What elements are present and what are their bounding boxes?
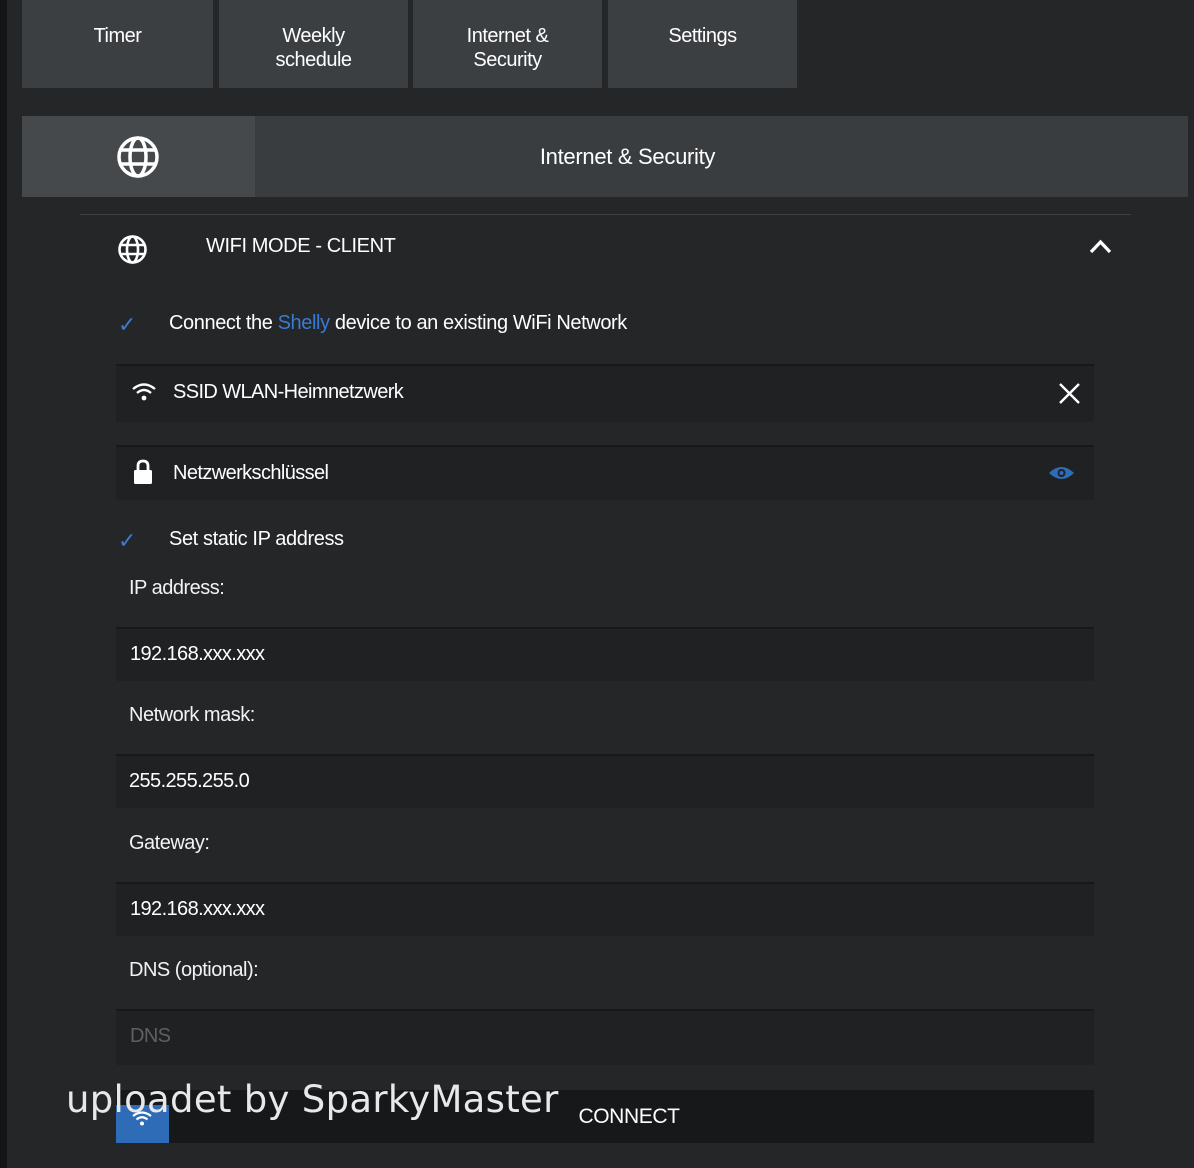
label-text: device to an existing WiFi Network bbox=[329, 312, 627, 334]
dns-placeholder: DNS bbox=[130, 1025, 171, 1047]
wifi-mode-header[interactable]: WIFI MODE - CLIENT bbox=[206, 235, 396, 258]
tab-label-line2: schedule bbox=[275, 49, 352, 71]
lock-icon bbox=[134, 459, 152, 484]
globe-icon bbox=[118, 235, 147, 264]
eye-icon[interactable] bbox=[1048, 464, 1075, 482]
dns-input[interactable] bbox=[116, 1009, 1094, 1065]
tab-label: Internet & bbox=[466, 25, 549, 47]
divider bbox=[80, 214, 1131, 215]
close-icon[interactable] bbox=[1058, 382, 1081, 405]
tab-settings[interactable]: Settings bbox=[608, 0, 797, 88]
password-placeholder: Netzwerkschlüssel bbox=[173, 462, 329, 484]
ssid-value: SSID WLAN-Heimnetzwerk bbox=[173, 381, 404, 403]
network-mask-label: Network mask: bbox=[129, 704, 255, 726]
ip-address-label: IP address: bbox=[129, 577, 225, 599]
connect-checkbox[interactable]: ✓ bbox=[118, 312, 136, 338]
label-text: Connect the bbox=[169, 312, 278, 334]
gateway-value: 192.168.xxx.xxx bbox=[130, 898, 265, 920]
watermark: uploadet by SparkyMaster bbox=[66, 1078, 559, 1121]
static-ip-checkbox[interactable]: ✓ bbox=[118, 528, 136, 554]
network-mask-input[interactable] bbox=[116, 754, 1094, 808]
static-ip-label: Set static IP address bbox=[169, 528, 344, 550]
tab-label-line2: Security bbox=[473, 49, 542, 71]
tab-label: Timer bbox=[93, 25, 142, 47]
gateway-label: Gateway: bbox=[129, 832, 210, 854]
tab-label: Weekly bbox=[282, 25, 345, 47]
ip-address-value: 192.168.xxx.xxx bbox=[130, 643, 265, 665]
window-edge bbox=[0, 0, 7, 1168]
brand-name: Shelly bbox=[277, 312, 330, 334]
tab-timer[interactable]: Timer bbox=[22, 0, 213, 88]
tab-weekly-schedule[interactable]: Weekly schedule bbox=[219, 0, 408, 88]
section-icon-box bbox=[22, 116, 255, 197]
tab-internet-security[interactable]: Internet & Security bbox=[413, 0, 602, 88]
chevron-up-icon[interactable] bbox=[1088, 237, 1113, 255]
wifi-icon bbox=[132, 383, 156, 401]
section-title: Internet & Security bbox=[539, 144, 716, 169]
dns-label: DNS (optional): bbox=[129, 959, 259, 981]
connect-checkbox-label: Connect the Shelly device to an existing… bbox=[169, 312, 627, 335]
network-mask-value: 255.255.255.0 bbox=[129, 770, 250, 792]
tab-label: Settings bbox=[668, 25, 737, 47]
connect-button-label: CONNECT bbox=[578, 1105, 680, 1128]
globe-icon bbox=[117, 136, 159, 178]
